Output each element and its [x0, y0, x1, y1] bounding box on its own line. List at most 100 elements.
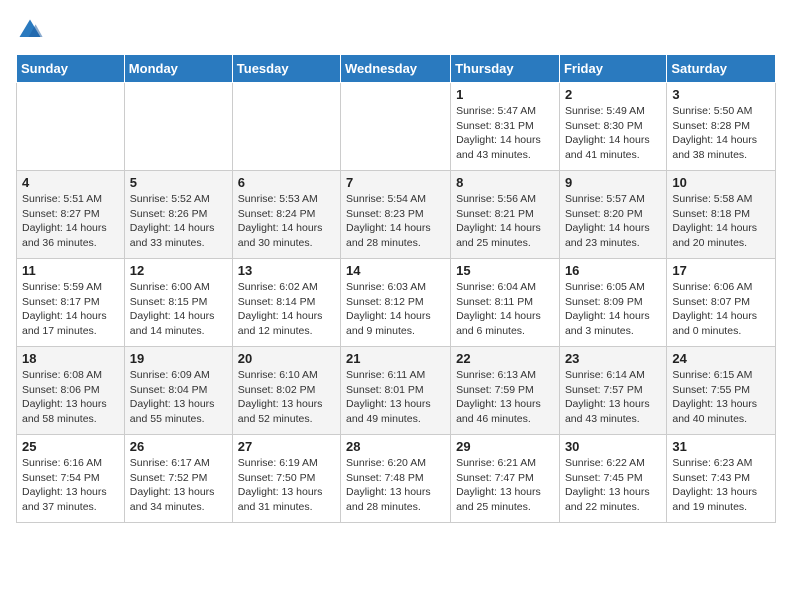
weekday-header-saturday: Saturday: [667, 55, 776, 83]
calendar-day-cell: 21 Sunrise: 6:11 AMSunset: 8:01 PMDayligh…: [341, 347, 451, 435]
day-info: Sunrise: 6:02 AMSunset: 8:14 PMDaylight:…: [238, 280, 335, 339]
day-number: 12: [130, 263, 227, 278]
day-info: Sunrise: 5:47 AMSunset: 8:31 PMDaylight:…: [456, 104, 554, 163]
calendar-day-cell: 27 Sunrise: 6:19 AMSunset: 7:50 PMDayligh…: [232, 435, 340, 523]
calendar-day-cell: 14 Sunrise: 6:03 AMSunset: 8:12 PMDayligh…: [341, 259, 451, 347]
calendar-week-row: 18 Sunrise: 6:08 AMSunset: 8:06 PMDayligh…: [17, 347, 776, 435]
day-info: Sunrise: 6:11 AMSunset: 8:01 PMDaylight:…: [346, 368, 445, 427]
day-info: Sunrise: 6:17 AMSunset: 7:52 PMDaylight:…: [130, 456, 227, 515]
calendar-day-cell: 2 Sunrise: 5:49 AMSunset: 8:30 PMDaylight…: [559, 83, 666, 171]
day-info: Sunrise: 5:58 AMSunset: 8:18 PMDaylight:…: [672, 192, 770, 251]
day-info: Sunrise: 6:23 AMSunset: 7:43 PMDaylight:…: [672, 456, 770, 515]
day-number: 17: [672, 263, 770, 278]
calendar-day-cell: 22Sunrise: 6:13 AMSunset: 7:59 PMDayligh…: [451, 347, 560, 435]
calendar-week-row: 11 Sunrise: 5:59 AMSunset: 8:17 PMDayligh…: [17, 259, 776, 347]
calendar-day-cell: 24 Sunrise: 6:15 AMSunset: 7:55 PMDayligh…: [667, 347, 776, 435]
day-number: 26: [130, 439, 227, 454]
day-number: 16: [565, 263, 661, 278]
day-number: 20: [238, 351, 335, 366]
day-number: 25: [22, 439, 119, 454]
day-number: 13: [238, 263, 335, 278]
day-info: Sunrise: 5:54 AMSunset: 8:23 PMDaylight:…: [346, 192, 445, 251]
day-number: 18: [22, 351, 119, 366]
day-number: 22: [456, 351, 554, 366]
calendar-day-cell: 19 Sunrise: 6:09 AMSunset: 8:04 PMDayligh…: [124, 347, 232, 435]
day-number: 19: [130, 351, 227, 366]
day-info: Sunrise: 6:22 AMSunset: 7:45 PMDaylight:…: [565, 456, 661, 515]
calendar-day-cell: 4 Sunrise: 5:51 AMSunset: 8:27 PMDaylight…: [17, 171, 125, 259]
calendar-day-cell: 9 Sunrise: 5:57 AMSunset: 8:20 PMDaylight…: [559, 171, 666, 259]
calendar-day-cell: 26 Sunrise: 6:17 AMSunset: 7:52 PMDayligh…: [124, 435, 232, 523]
day-number: 31: [672, 439, 770, 454]
calendar-day-cell: 16 Sunrise: 6:05 AMSunset: 8:09 PMDayligh…: [559, 259, 666, 347]
day-info: Sunrise: 6:05 AMSunset: 8:09 PMDaylight:…: [565, 280, 661, 339]
day-info: Sunrise: 6:00 AMSunset: 8:15 PMDaylight:…: [130, 280, 227, 339]
logo-icon: [16, 16, 44, 44]
day-info: Sunrise: 5:59 AMSunset: 8:17 PMDaylight:…: [22, 280, 119, 339]
day-number: 2: [565, 87, 661, 102]
calendar-day-cell: 30 Sunrise: 6:22 AMSunset: 7:45 PMDayligh…: [559, 435, 666, 523]
day-number: 28: [346, 439, 445, 454]
day-info: Sunrise: 6:10 AMSunset: 8:02 PMDaylight:…: [238, 368, 335, 427]
day-info: Sunrise: 6:03 AMSunset: 8:12 PMDaylight:…: [346, 280, 445, 339]
calendar-day-cell: 15 Sunrise: 6:04 AMSunset: 8:11 PMDayligh…: [451, 259, 560, 347]
calendar-day-cell: 18 Sunrise: 6:08 AMSunset: 8:06 PMDayligh…: [17, 347, 125, 435]
day-info: Sunrise: 5:51 AMSunset: 8:27 PMDaylight:…: [22, 192, 119, 251]
day-info: Sunrise: 6:08 AMSunset: 8:06 PMDaylight:…: [22, 368, 119, 427]
day-number: 14: [346, 263, 445, 278]
day-info: Sunrise: 6:14 AMSunset: 7:57 PMDaylight:…: [565, 368, 661, 427]
day-info: Sunrise: 6:19 AMSunset: 7:50 PMDaylight:…: [238, 456, 335, 515]
calendar-week-row: 25 Sunrise: 6:16 AMSunset: 7:54 PMDayligh…: [17, 435, 776, 523]
weekday-header-row: SundayMondayTuesdayWednesdayThursdayFrid…: [17, 55, 776, 83]
day-info: Sunrise: 5:52 AMSunset: 8:26 PMDaylight:…: [130, 192, 227, 251]
calendar-day-cell: 23 Sunrise: 6:14 AMSunset: 7:57 PMDayligh…: [559, 347, 666, 435]
calendar-day-cell: 7Sunrise: 5:54 AMSunset: 8:23 PMDaylight…: [341, 171, 451, 259]
calendar-day-cell: 25 Sunrise: 6:16 AMSunset: 7:54 PMDayligh…: [17, 435, 125, 523]
day-number: 1: [456, 87, 554, 102]
day-number: 27: [238, 439, 335, 454]
calendar-day-cell: [232, 83, 340, 171]
day-number: 29: [456, 439, 554, 454]
calendar-week-row: 1 Sunrise: 5:47 AMSunset: 8:31 PMDaylight…: [17, 83, 776, 171]
day-info: Sunrise: 5:50 AMSunset: 8:28 PMDaylight:…: [672, 104, 770, 163]
day-info: Sunrise: 6:04 AMSunset: 8:11 PMDaylight:…: [456, 280, 554, 339]
day-number: 4: [22, 175, 119, 190]
day-number: 9: [565, 175, 661, 190]
day-info: Sunrise: 5:57 AMSunset: 8:20 PMDaylight:…: [565, 192, 661, 251]
day-number: 3: [672, 87, 770, 102]
calendar-day-cell: [341, 83, 451, 171]
day-number: 8: [456, 175, 554, 190]
day-info: Sunrise: 6:09 AMSunset: 8:04 PMDaylight:…: [130, 368, 227, 427]
calendar-day-cell: 29Sunrise: 6:21 AMSunset: 7:47 PMDayligh…: [451, 435, 560, 523]
calendar-day-cell: 1 Sunrise: 5:47 AMSunset: 8:31 PMDaylight…: [451, 83, 560, 171]
day-number: 11: [22, 263, 119, 278]
calendar-day-cell: 8 Sunrise: 5:56 AMSunset: 8:21 PMDaylight…: [451, 171, 560, 259]
day-info: Sunrise: 6:20 AMSunset: 7:48 PMDaylight:…: [346, 456, 445, 515]
calendar-day-cell: 12 Sunrise: 6:00 AMSunset: 8:15 PMDayligh…: [124, 259, 232, 347]
day-number: 30: [565, 439, 661, 454]
day-number: 10: [672, 175, 770, 190]
weekday-header-friday: Friday: [559, 55, 666, 83]
calendar-day-cell: [124, 83, 232, 171]
day-info: Sunrise: 6:15 AMSunset: 7:55 PMDaylight:…: [672, 368, 770, 427]
weekday-header-tuesday: Tuesday: [232, 55, 340, 83]
day-number: 23: [565, 351, 661, 366]
day-number: 21: [346, 351, 445, 366]
day-info: Sunrise: 6:16 AMSunset: 7:54 PMDaylight:…: [22, 456, 119, 515]
calendar-day-cell: 17 Sunrise: 6:06 AMSunset: 8:07 PMDayligh…: [667, 259, 776, 347]
calendar-day-cell: 13 Sunrise: 6:02 AMSunset: 8:14 PMDayligh…: [232, 259, 340, 347]
weekday-header-sunday: Sunday: [17, 55, 125, 83]
calendar-week-row: 4 Sunrise: 5:51 AMSunset: 8:27 PMDaylight…: [17, 171, 776, 259]
day-number: 24: [672, 351, 770, 366]
calendar-day-cell: 10 Sunrise: 5:58 AMSunset: 8:18 PMDayligh…: [667, 171, 776, 259]
day-number: 15: [456, 263, 554, 278]
calendar-day-cell: 3 Sunrise: 5:50 AMSunset: 8:28 PMDaylight…: [667, 83, 776, 171]
calendar-table: SundayMondayTuesdayWednesdayThursdayFrid…: [16, 54, 776, 523]
day-info: Sunrise: 5:49 AMSunset: 8:30 PMDaylight:…: [565, 104, 661, 163]
calendar-day-cell: 28 Sunrise: 6:20 AMSunset: 7:48 PMDayligh…: [341, 435, 451, 523]
calendar-day-cell: [17, 83, 125, 171]
weekday-header-thursday: Thursday: [451, 55, 560, 83]
day-info: Sunrise: 6:06 AMSunset: 8:07 PMDaylight:…: [672, 280, 770, 339]
calendar-day-cell: 20 Sunrise: 6:10 AMSunset: 8:02 PMDayligh…: [232, 347, 340, 435]
day-info: Sunrise: 5:56 AMSunset: 8:21 PMDaylight:…: [456, 192, 554, 251]
